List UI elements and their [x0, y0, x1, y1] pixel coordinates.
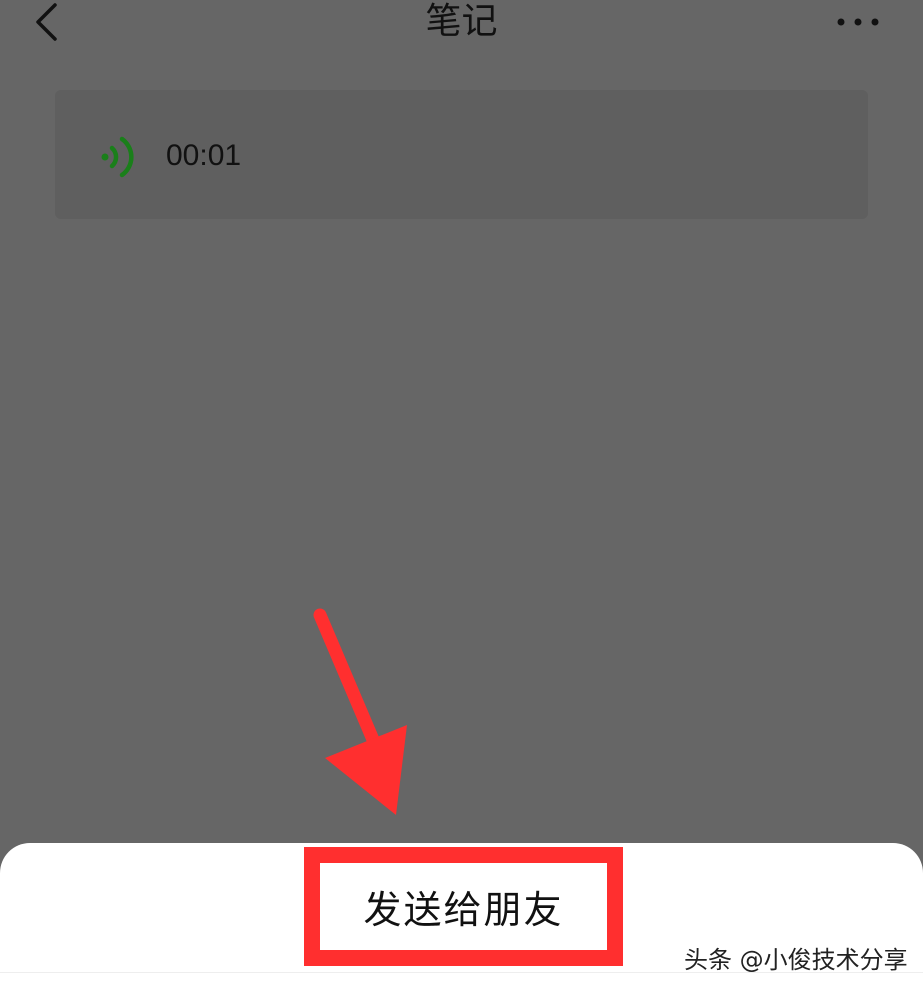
annotation-arrow [313, 608, 407, 815]
send-to-friend-button[interactable]: 发送给朋友 [304, 847, 623, 966]
watermark: 头条 @小俊技术分享 [684, 946, 908, 974]
send-to-friend-label: 发送给朋友 [363, 888, 564, 932]
more-horizontal-icon [837, 18, 879, 26]
voice-duration: 00:01 [166, 139, 242, 172]
header-bar: 笔记 [0, 0, 923, 50]
more-options-button[interactable] [830, 4, 886, 40]
voice-wave-icon [101, 136, 134, 178]
page-title: 笔记 [425, 1, 498, 42]
